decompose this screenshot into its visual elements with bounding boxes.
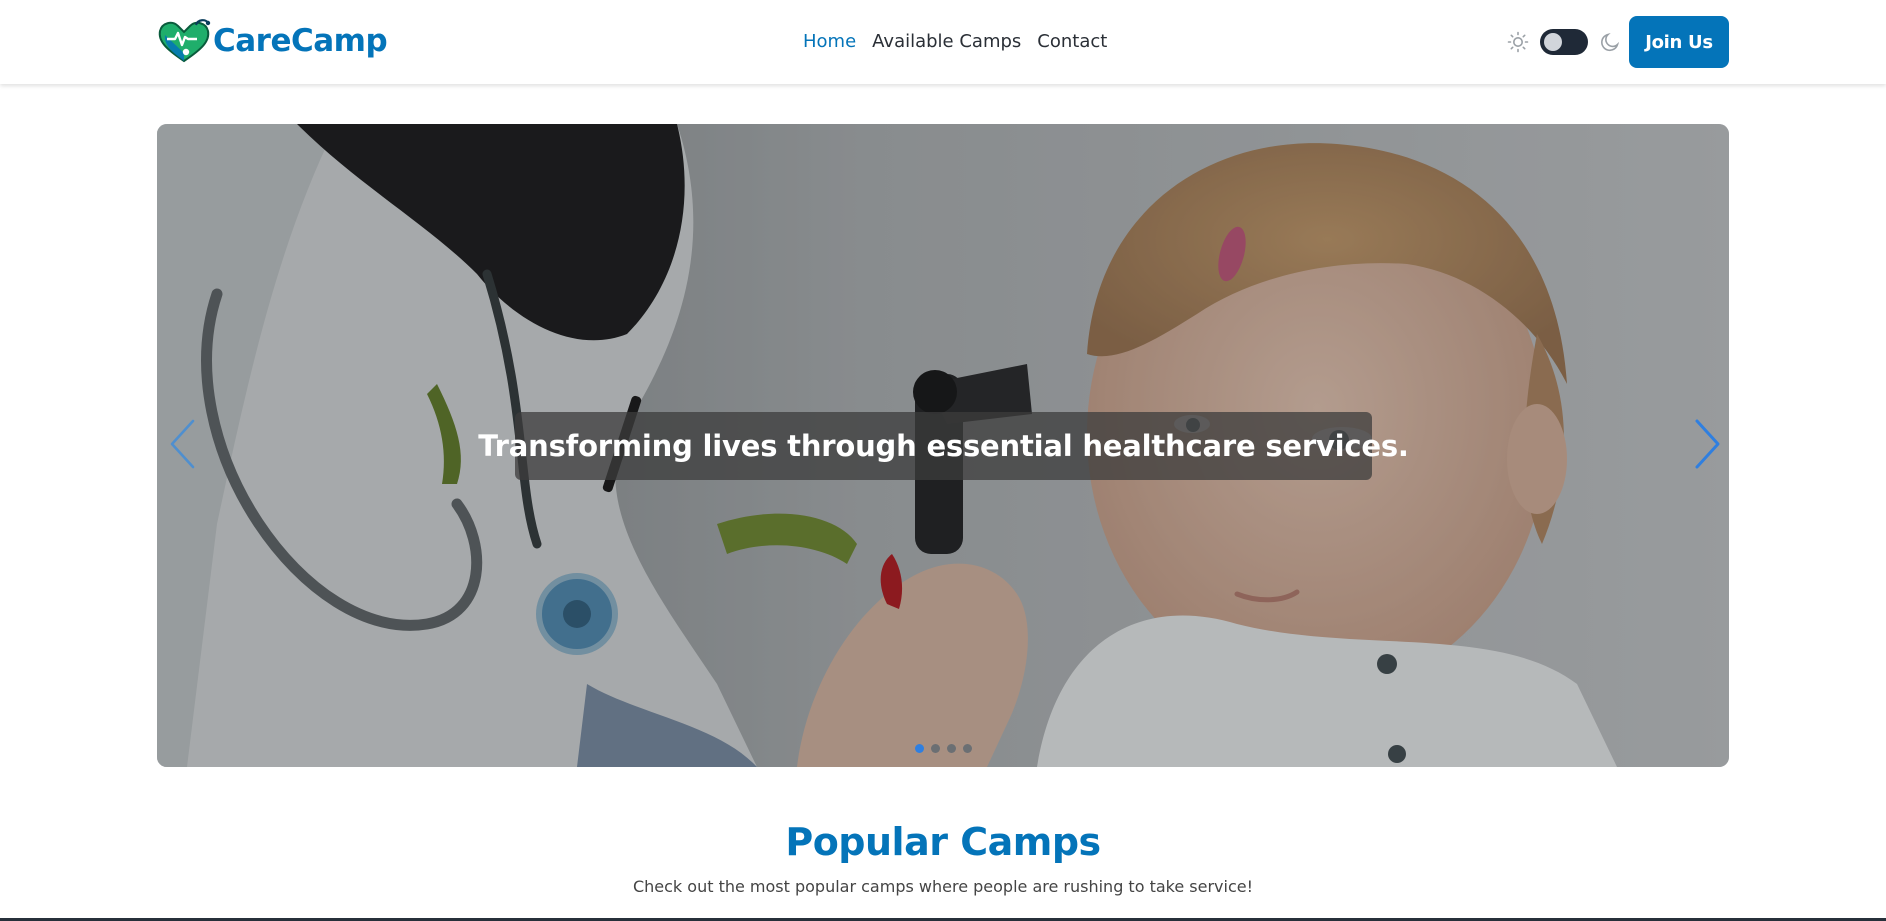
sun-icon [1506,30,1530,54]
nav-link-contact[interactable]: Contact [1037,30,1107,54]
nav-link-available-camps[interactable]: Available Camps [872,30,1021,54]
main-nav: Home Available Camps Contact [803,30,1107,54]
hero-caption-box: Transforming lives through essential hea… [478,412,1409,480]
carousel-pagination [915,744,972,753]
brand-logo[interactable]: CareCamp [156,16,388,66]
carousel-prev-button[interactable] [165,418,199,475]
moon-icon [1598,30,1622,54]
hero-carousel: Transforming lives through essential hea… [157,124,1729,767]
theme-toggle[interactable] [1540,29,1588,55]
brand-name: CareCamp [213,22,388,59]
carousel-dot-4[interactable] [963,744,972,753]
join-us-button[interactable]: Join Us [1629,16,1729,68]
heart-stethoscope-logo-icon [156,17,212,65]
hero-caption: Transforming lives through essential hea… [478,429,1409,463]
carousel-dot-2[interactable] [931,744,940,753]
theme-toggle-knob [1544,33,1562,51]
popular-camps-subtitle: Check out the most popular camps where p… [632,877,1254,896]
popular-camps-title: Popular Camps [785,820,1101,864]
nav-link-home[interactable]: Home [803,30,856,54]
chevron-left-icon [167,418,197,475]
carousel-next-button[interactable] [1691,418,1725,475]
theme-switcher [1506,29,1622,55]
carousel-dot-3[interactable] [947,744,956,753]
carousel-dot-1[interactable] [915,744,924,753]
navbar: CareCamp Home Available Camps Contact Jo… [0,0,1886,84]
chevron-right-icon [1693,418,1723,475]
